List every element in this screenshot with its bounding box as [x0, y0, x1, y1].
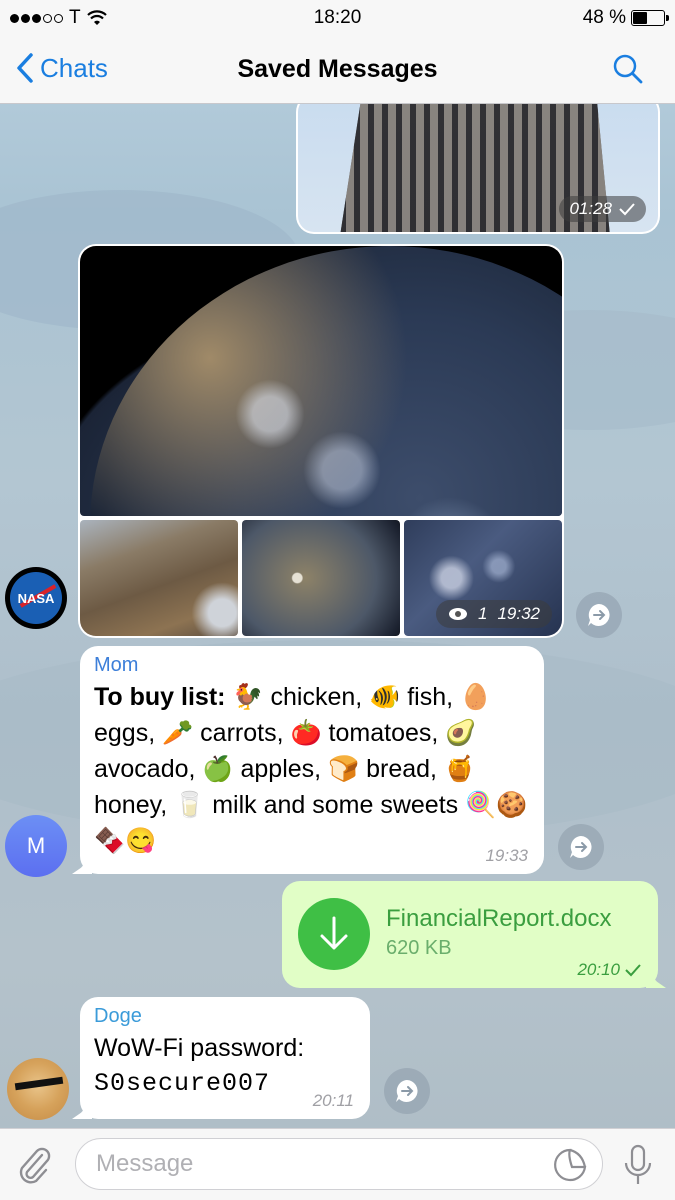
- photo-album-message[interactable]: 1 19:32: [78, 244, 564, 638]
- sticker-button[interactable]: [552, 1147, 588, 1183]
- check-icon: [619, 203, 635, 216]
- attach-button[interactable]: [14, 1145, 54, 1185]
- message-time: 19:32: [497, 604, 540, 623]
- nasa-avatar[interactable]: NASA: [5, 567, 67, 629]
- photo-message-building[interactable]: 01:28: [296, 104, 660, 234]
- message-text-bold: To buy list:: [94, 683, 226, 711]
- voice-record-button[interactable]: [621, 1143, 655, 1187]
- file-name[interactable]: FinancialReport.docx: [386, 905, 611, 933]
- message-time: 01:28: [569, 199, 612, 218]
- album-photo-jupiter-main[interactable]: [80, 246, 562, 516]
- album-photo-thumb[interactable]: 1 19:32: [404, 520, 562, 636]
- share-arrow-icon: [570, 836, 592, 858]
- share-button[interactable]: [558, 824, 604, 870]
- eye-icon: [448, 608, 467, 620]
- share-arrow-icon: [396, 1080, 418, 1102]
- message-list[interactable]: 01:28 1 19:32 NASA Mom To buy list: 🐓 ch…: [0, 104, 675, 1128]
- message-text: To buy list: 🐓 chicken, 🐠 fish, 🥚 eggs, …: [94, 679, 530, 859]
- album-photo-thumb[interactable]: [242, 520, 400, 636]
- message-text: WoW-Fi password:: [94, 1034, 305, 1062]
- building-photo: 01:28: [298, 104, 658, 232]
- paperclip-icon: [19, 1147, 51, 1184]
- status-bar: T 18:20 48 %: [0, 0, 675, 38]
- views-time-badge: 1 19:32: [435, 600, 552, 628]
- message-bubble-doge[interactable]: Doge WoW-Fi password: S0secure007 20:11: [72, 997, 370, 1119]
- message-field-container: [75, 1138, 603, 1190]
- file-message[interactable]: FinancialReport.docx 620 KB 20:10: [282, 881, 666, 988]
- share-button[interactable]: [384, 1068, 430, 1114]
- navigation-bar: Chats Saved Messages: [0, 38, 675, 104]
- share-arrow-icon: [588, 604, 610, 626]
- mom-avatar[interactable]: M: [5, 815, 67, 877]
- microphone-icon: [624, 1144, 652, 1184]
- status-time: 18:20: [313, 7, 362, 28]
- back-to-chats-button[interactable]: Chats: [16, 52, 108, 84]
- message-time: 20:11: [312, 1091, 354, 1110]
- battery-percent: 48 %: [582, 7, 626, 28]
- search-button[interactable]: [611, 52, 645, 86]
- check-icon: [625, 964, 641, 977]
- file-size: 620 KB: [386, 937, 452, 959]
- message-time-status: 20:10: [577, 960, 642, 980]
- message-input-bar: [0, 1128, 675, 1200]
- battery-icon: [631, 10, 669, 26]
- album-photo-thumb[interactable]: [80, 520, 238, 636]
- sender-name[interactable]: Mom: [94, 654, 530, 677]
- back-label: Chats: [40, 52, 108, 83]
- photo-time-badge: 01:28: [559, 196, 646, 222]
- message-time: 20:10: [577, 960, 620, 979]
- nasa-logo-text: NASA: [17, 590, 55, 606]
- download-arrow-icon: [320, 916, 348, 950]
- chevron-left-icon: [17, 53, 33, 83]
- search-icon: [613, 54, 643, 84]
- download-button[interactable]: [298, 898, 370, 970]
- message-time: 19:33: [485, 846, 528, 865]
- avatar-letter: M: [26, 833, 46, 858]
- sender-name[interactable]: Doge: [94, 1005, 356, 1028]
- message-input[interactable]: [96, 1139, 546, 1189]
- doge-avatar[interactable]: [7, 1058, 69, 1120]
- message-bubble-mom[interactable]: Mom To buy list: 🐓 chicken, 🐠 fish, 🥚 eg…: [72, 646, 544, 874]
- share-button[interactable]: [576, 592, 622, 638]
- view-count: 1: [477, 604, 488, 623]
- sticker-icon: [554, 1148, 587, 1182]
